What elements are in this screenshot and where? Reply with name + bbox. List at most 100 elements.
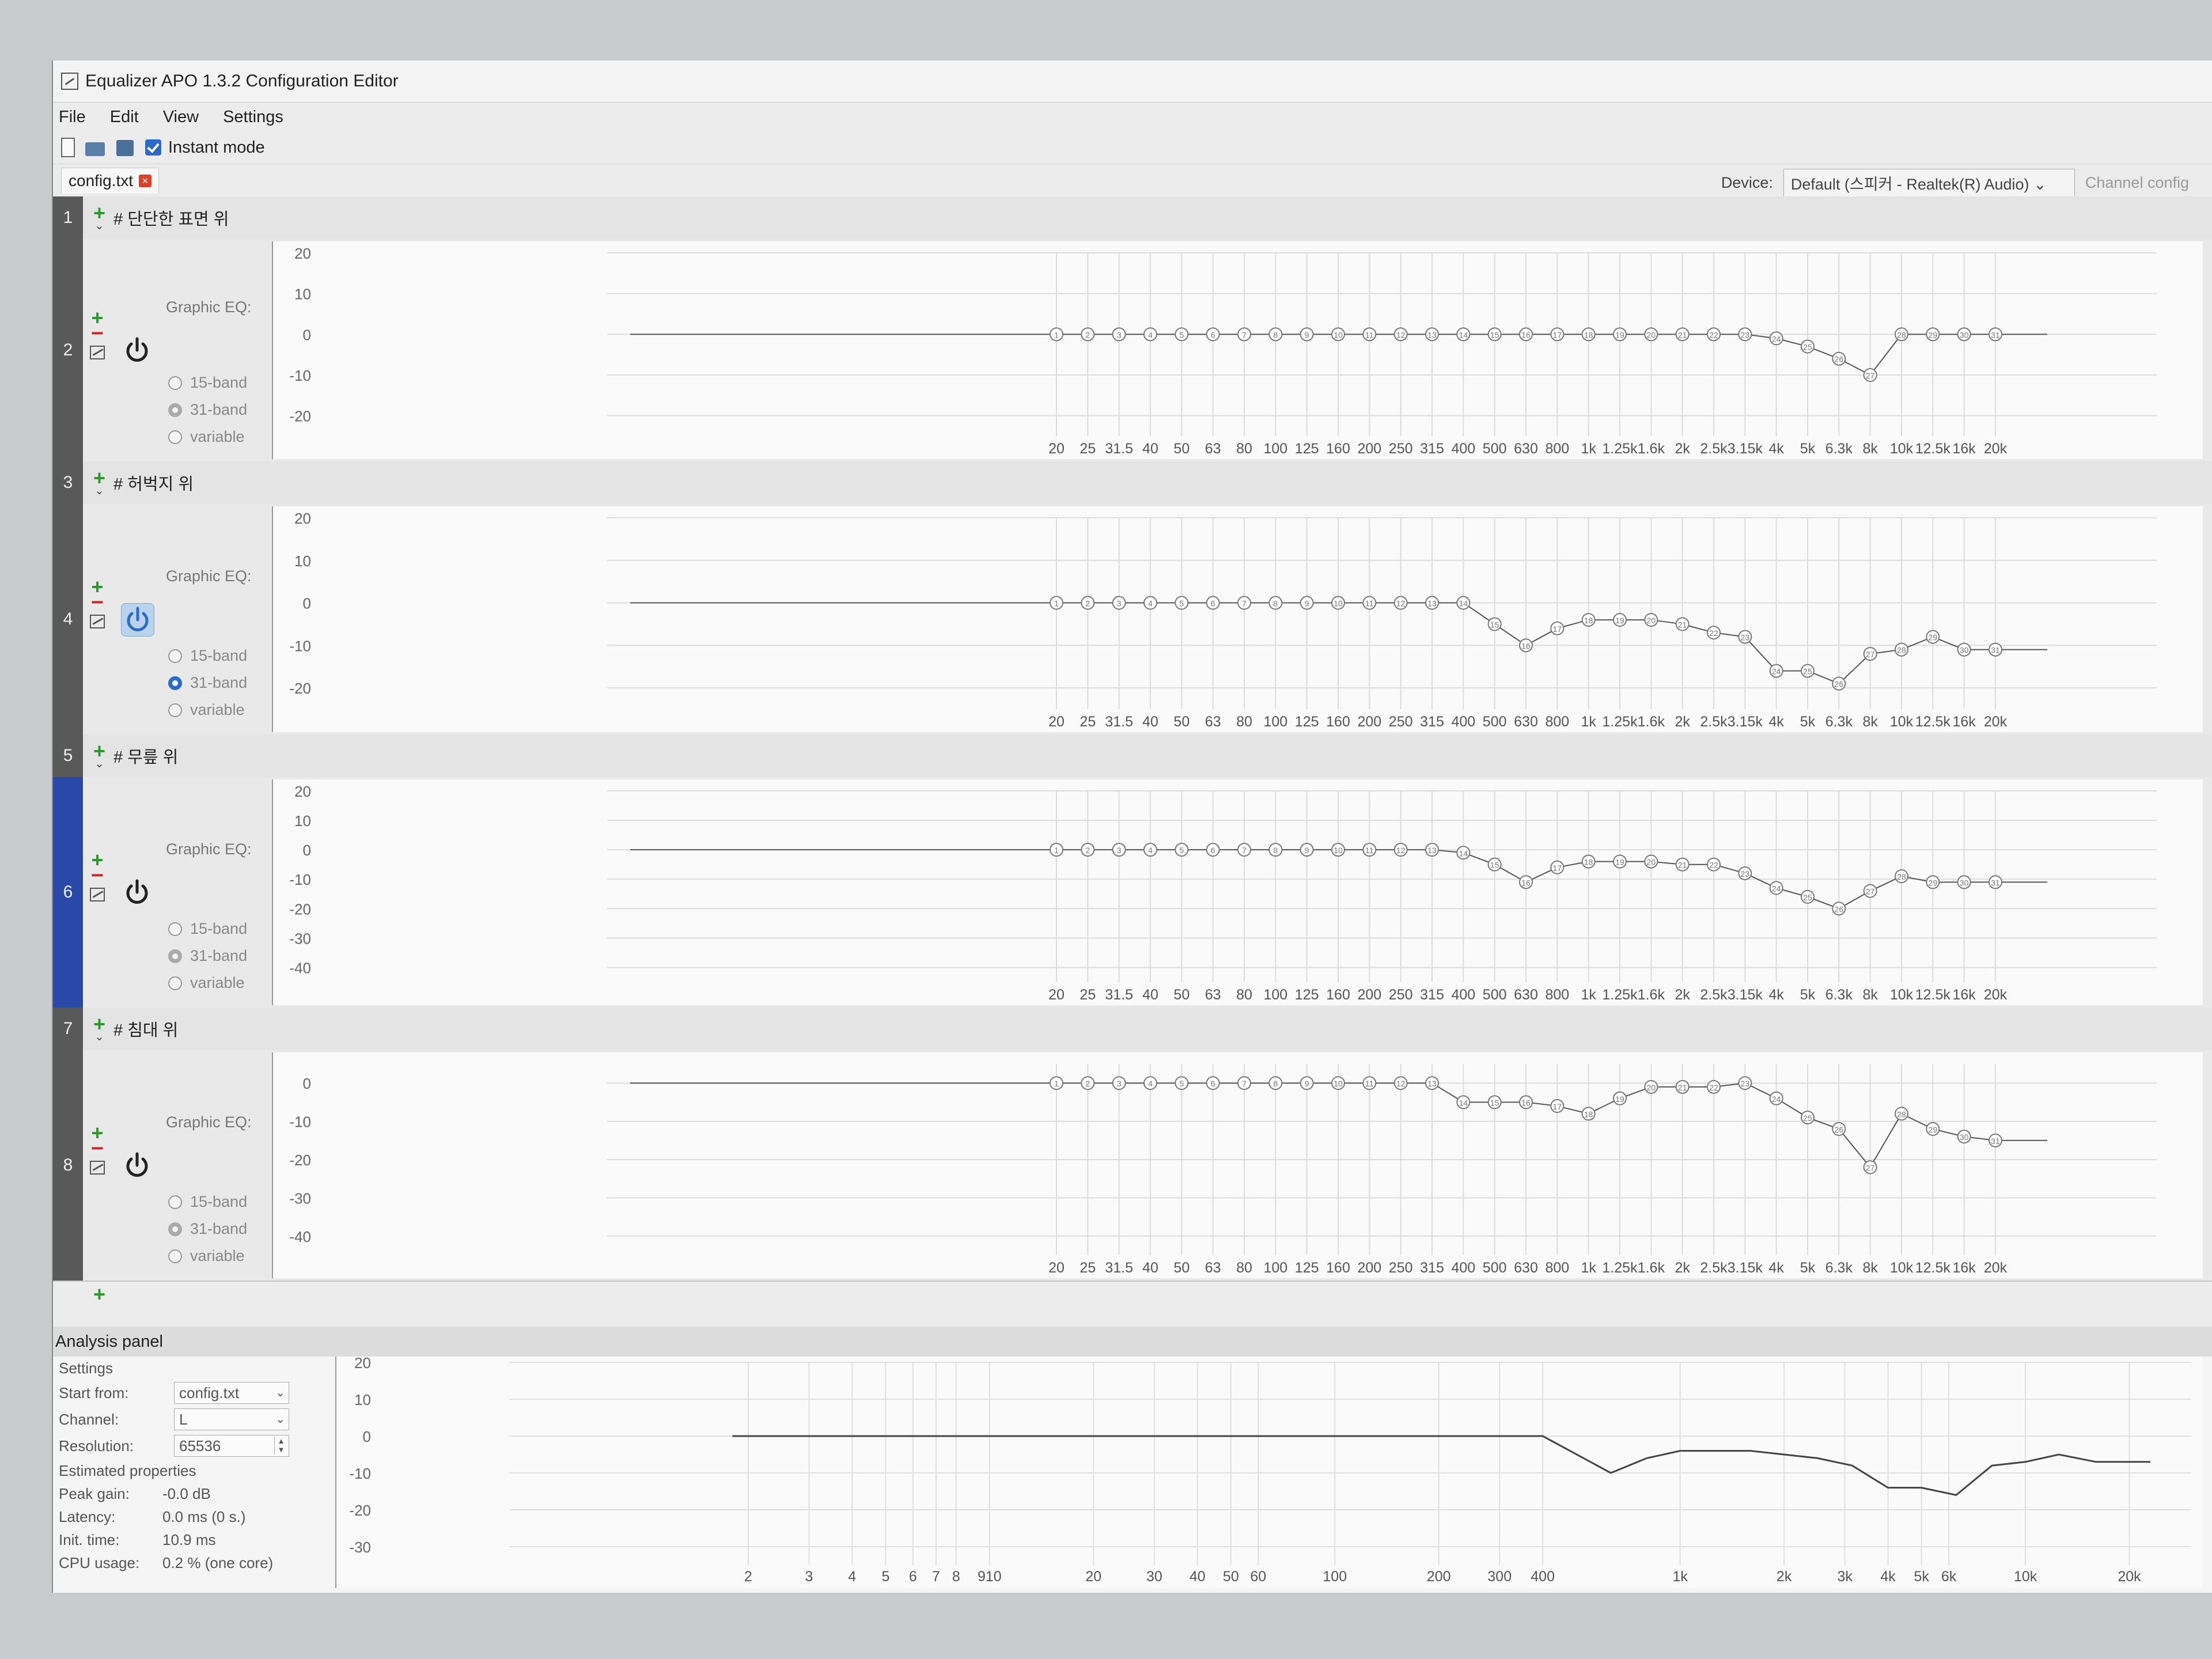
radio-variable[interactable]: variable	[168, 423, 247, 450]
device-dropdown[interactable]: Default (스피커 - Realtek(R) Audio) ⌄	[1783, 169, 2075, 197]
menu-edit[interactable]: Edit	[107, 107, 142, 128]
expand-icon[interactable]: ⌄	[94, 1031, 104, 1043]
add-filter-icon[interactable]: +	[93, 1014, 105, 1035]
band-handle-number: 22	[1709, 1083, 1718, 1092]
freq-label: 80	[1236, 441, 1252, 457]
eq-graph[interactable]: 20100-10-2020 25 31.5 40 50 63 80 100 125 160 200 2…	[272, 241, 2203, 459]
comment-text[interactable]: # 단단한 표면 위	[113, 206, 229, 230]
row-number[interactable]: 5	[53, 734, 83, 777]
row-number[interactable]: 8	[53, 1050, 83, 1281]
y-tick-label: 10	[354, 1391, 371, 1408]
radio-button[interactable]	[168, 1222, 182, 1236]
eq-graph[interactable]: 20100-10-20-30-4020 25 31.5 40 50 63 80 100 125 1…	[272, 779, 2203, 1005]
edit-icon[interactable]	[90, 346, 105, 359]
radio-button[interactable]	[168, 1195, 182, 1209]
radio-button[interactable]	[168, 976, 182, 990]
radio-button[interactable]	[168, 403, 182, 417]
open-folder-icon[interactable]	[85, 138, 105, 157]
remove-filter-icon[interactable]: −	[91, 865, 104, 887]
freq-label: 8k	[1862, 714, 1878, 730]
radio-15-band[interactable]: 15-band	[168, 915, 247, 942]
eq-graph[interactable]: 20100-10-2020 25 31.5 40 50 63 80 100 125 160 200 2…	[272, 506, 2203, 732]
radio-15-band[interactable]: 15-band	[168, 369, 247, 396]
remove-filter-icon[interactable]: −	[91, 592, 104, 613]
row-number[interactable]: 4	[53, 504, 83, 734]
x-tick-label: 4	[848, 1569, 856, 1585]
radio-31-band[interactable]: 31-band	[168, 396, 247, 423]
radio-31-band[interactable]: 31-band	[168, 669, 247, 696]
add-filter-icon[interactable]: +	[93, 203, 105, 224]
row-number[interactable]: 6	[53, 777, 83, 1007]
freq-label: 2k	[1675, 714, 1690, 730]
spin-arrows-icon[interactable]: ▲ ▼	[274, 1437, 287, 1454]
radio-15-band[interactable]: 15-band	[168, 642, 247, 669]
freq-label: 31.5	[1105, 1260, 1133, 1276]
graphic-eq-label: Graphic EQ:	[166, 840, 252, 858]
analysis-settings: Settings Start from: config.txt ⌄ Channel:…	[59, 1357, 347, 1574]
add-filter-icon[interactable]: +	[93, 1284, 105, 1305]
band-handle-number: 27	[1866, 1163, 1875, 1172]
expand-icon[interactable]: ⌄	[94, 485, 104, 497]
channel-config-button[interactable]: Channel config	[2085, 174, 2189, 192]
band-handle-number: 13	[1427, 846, 1437, 855]
filter-controls: + −	[90, 850, 105, 902]
save-icon[interactable]	[115, 138, 135, 157]
row-number[interactable]: 2	[53, 239, 83, 461]
power-icon[interactable]	[121, 1149, 153, 1181]
comment-text[interactable]: # 허벅지 위	[113, 471, 194, 495]
power-icon[interactable]	[121, 334, 153, 366]
freq-label: 10k	[1890, 1260, 1914, 1276]
graphic-eq-row: 2 + − Graphic EQ: 15-band 31-band variable 20 10…	[53, 239, 2212, 463]
row-number[interactable]: 3	[53, 461, 83, 504]
band-handle-number: 26	[1835, 680, 1844, 689]
start-from-dropdown[interactable]: config.txt ⌄	[174, 1382, 289, 1404]
power-icon[interactable]	[121, 876, 153, 908]
row-number[interactable]: 1	[53, 196, 83, 239]
comment-text[interactable]: # 무릎 위	[113, 744, 178, 768]
radio-variable[interactable]: variable	[168, 696, 247, 724]
radio-31-band[interactable]: 31-band	[168, 942, 247, 969]
analysis-panel-header[interactable]: Analysis panel	[53, 1327, 2212, 1357]
radio-variable[interactable]: variable	[168, 1243, 247, 1270]
eq-graph[interactable]: 0-10-20-30-4020 25 31.5 40 50 63 80 100 125 160 20…	[272, 1052, 2203, 1278]
y-tick-label: -10	[349, 1465, 371, 1482]
menu-view[interactable]: View	[160, 107, 202, 128]
x-tick-label: 6k	[1941, 1569, 1957, 1585]
new-file-icon[interactable]	[61, 138, 75, 157]
radio-variable[interactable]: variable	[168, 969, 247, 997]
remove-filter-icon[interactable]: −	[91, 1138, 104, 1160]
edit-icon[interactable]	[90, 1161, 105, 1175]
radio-button[interactable]	[168, 376, 182, 390]
radio-15-band[interactable]: 15-band	[168, 1188, 247, 1215]
radio-button[interactable]	[168, 1249, 182, 1263]
radio-button[interactable]	[168, 430, 182, 444]
radio-button[interactable]	[168, 703, 182, 717]
power-icon[interactable]	[121, 603, 154, 637]
radio-button[interactable]	[168, 649, 182, 663]
menu-settings[interactable]: Settings	[219, 107, 287, 128]
instant-mode-checkbox[interactable]	[145, 139, 161, 156]
channel-dropdown[interactable]: L ⌄	[174, 1408, 289, 1430]
edit-icon[interactable]	[90, 888, 105, 902]
close-tab-icon[interactable]: ×	[139, 174, 152, 187]
expand-icon[interactable]: ⌄	[94, 758, 104, 770]
band-handle-number: 12	[1396, 846, 1406, 855]
remove-filter-icon[interactable]: −	[91, 323, 104, 344]
radio-button[interactable]	[168, 676, 182, 690]
expand-icon[interactable]: ⌄	[94, 220, 104, 232]
row-controls: + ⌄	[93, 1014, 105, 1043]
radio-button[interactable]	[168, 922, 182, 936]
add-filter-icon[interactable]: +	[93, 468, 105, 488]
radio-button[interactable]	[168, 949, 182, 963]
freq-label: 630	[1514, 987, 1538, 1003]
radio-31-band[interactable]: 31-band	[168, 1215, 247, 1243]
row-number[interactable]: 7	[53, 1007, 83, 1050]
tab-config[interactable]: config.txt ×	[61, 167, 160, 194]
freq-label: 315	[1420, 714, 1444, 730]
resolution-spinbox[interactable]: 65536 ▲ ▼	[174, 1435, 289, 1457]
comment-text[interactable]: # 침대 위	[113, 1017, 178, 1041]
menu-file[interactable]: File	[55, 107, 89, 128]
add-filter-icon[interactable]: +	[93, 741, 105, 762]
band-handle-number: 19	[1615, 330, 1624, 339]
edit-icon[interactable]	[90, 615, 105, 628]
